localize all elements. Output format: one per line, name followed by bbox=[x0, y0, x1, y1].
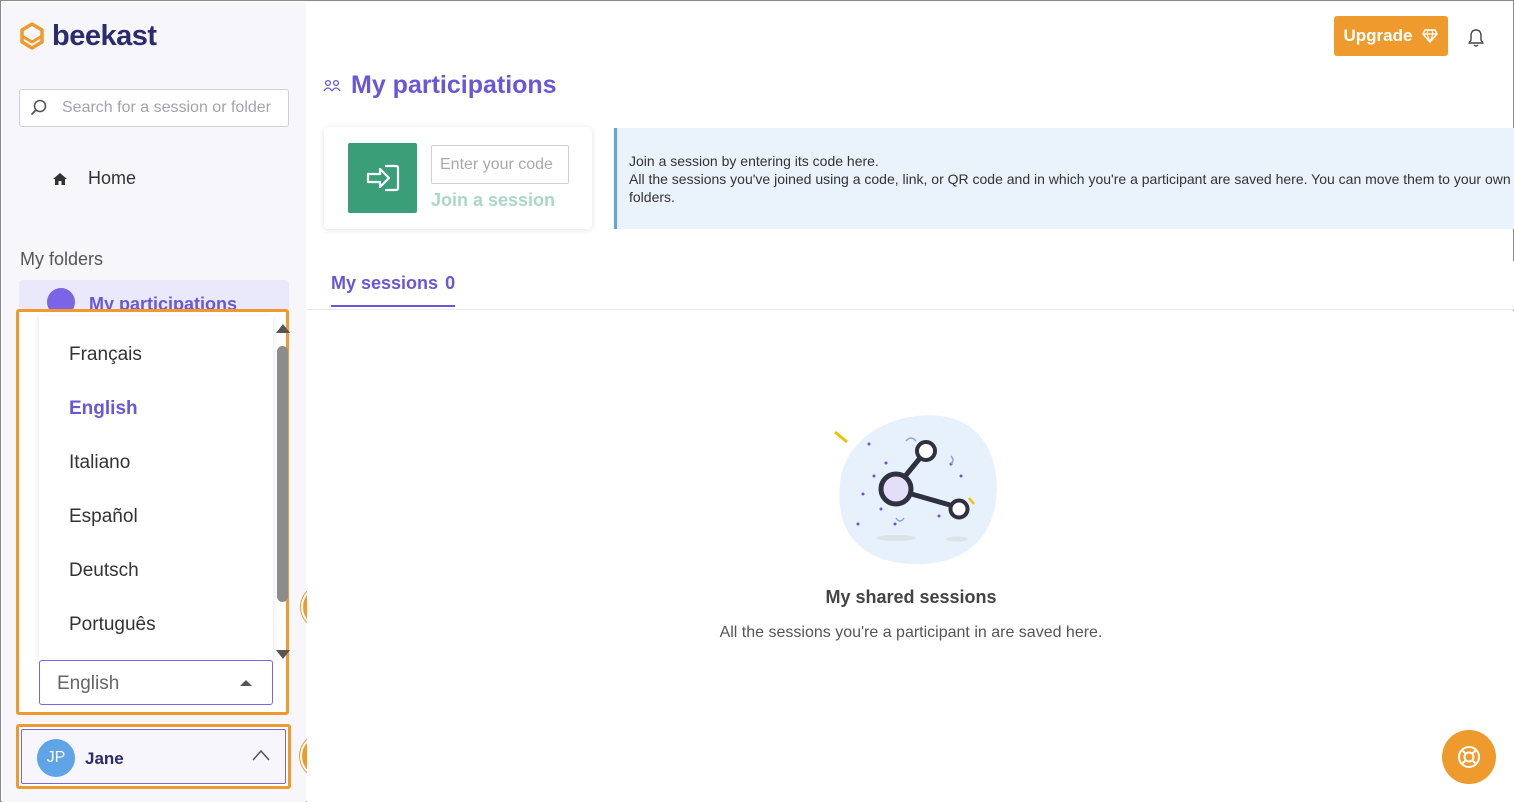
scroll-down-arrow-icon[interactable] bbox=[276, 650, 290, 659]
empty-state-title: My shared sessions bbox=[825, 587, 997, 607]
language-options-list[interactable]: Français English Italiano Español Deutsc… bbox=[39, 316, 290, 660]
language-selector-panel: Français English Italiano Español Deutsc… bbox=[16, 309, 290, 715]
brand-logo[interactable]: beekast bbox=[18, 20, 157, 53]
search-input[interactable] bbox=[62, 99, 282, 117]
join-session-card: Join a session bbox=[324, 127, 592, 229]
search-box[interactable] bbox=[19, 89, 289, 127]
language-select[interactable]: English bbox=[39, 660, 273, 705]
language-option[interactable]: Français bbox=[69, 344, 142, 366]
tab-label: My sessions bbox=[331, 273, 439, 293]
join-session-link[interactable]: Join a session bbox=[431, 190, 555, 211]
login-icon bbox=[366, 164, 399, 192]
shared-sessions-illustration bbox=[834, 415, 997, 565]
avatar: JP bbox=[37, 739, 75, 777]
search-icon bbox=[30, 99, 47, 116]
user-menu-button[interactable]: JP Jane bbox=[21, 729, 286, 784]
session-code-input[interactable] bbox=[431, 145, 569, 184]
page-header: My participations bbox=[323, 71, 557, 100]
help-button[interactable] bbox=[1442, 730, 1496, 784]
home-icon bbox=[53, 172, 67, 185]
notifications-bell-icon[interactable] bbox=[1466, 28, 1486, 48]
language-option-selected[interactable]: English bbox=[69, 398, 138, 420]
folders-section-title: My folders bbox=[20, 249, 104, 269]
chevron-up-icon bbox=[252, 749, 270, 761]
upgrade-label: Upgrade bbox=[1343, 26, 1413, 45]
scroll-thumb[interactable] bbox=[277, 346, 288, 602]
info-line-1: Join a session by entering its code here… bbox=[629, 153, 879, 169]
diamond-icon bbox=[1422, 29, 1439, 43]
participants-icon bbox=[323, 79, 341, 91]
language-option[interactable]: Italiano bbox=[69, 452, 130, 474]
tab-count: 0 bbox=[445, 273, 456, 293]
info-banner: Join a session by entering its code here… bbox=[614, 128, 1514, 229]
nav-home-label: Home bbox=[88, 168, 137, 188]
page-title: My participations bbox=[351, 71, 557, 99]
language-option[interactable]: Deutsch bbox=[69, 560, 139, 582]
language-option[interactable]: Português bbox=[69, 614, 156, 636]
lifebuoy-icon bbox=[1458, 746, 1480, 768]
app-window: beekast Home My folders My participation… bbox=[0, 0, 1514, 802]
language-select-value: English bbox=[57, 673, 120, 694]
scroll-up-arrow-icon[interactable] bbox=[276, 324, 290, 333]
user-menu-highlight: JP Jane bbox=[16, 724, 291, 789]
info-line-2: All the sessions you've joined using a c… bbox=[629, 171, 1511, 205]
empty-state-subtitle: All the sessions you're a participant in… bbox=[719, 624, 1103, 641]
nav-home[interactable]: Home bbox=[52, 168, 136, 189]
upgrade-button[interactable]: Upgrade bbox=[1334, 16, 1448, 56]
beekast-logo-icon bbox=[20, 21, 44, 50]
join-session-icon-button[interactable] bbox=[348, 143, 417, 213]
user-name: Jane bbox=[85, 749, 124, 768]
language-option[interactable]: Español bbox=[69, 506, 138, 528]
tab-bar: My sessions 0 bbox=[307, 261, 1514, 310]
caret-up-icon bbox=[240, 680, 252, 686]
language-list-scrollbar[interactable] bbox=[275, 320, 291, 664]
brand-name: beekast bbox=[52, 20, 157, 52]
tab-my-sessions[interactable]: My sessions 0 bbox=[331, 273, 456, 307]
